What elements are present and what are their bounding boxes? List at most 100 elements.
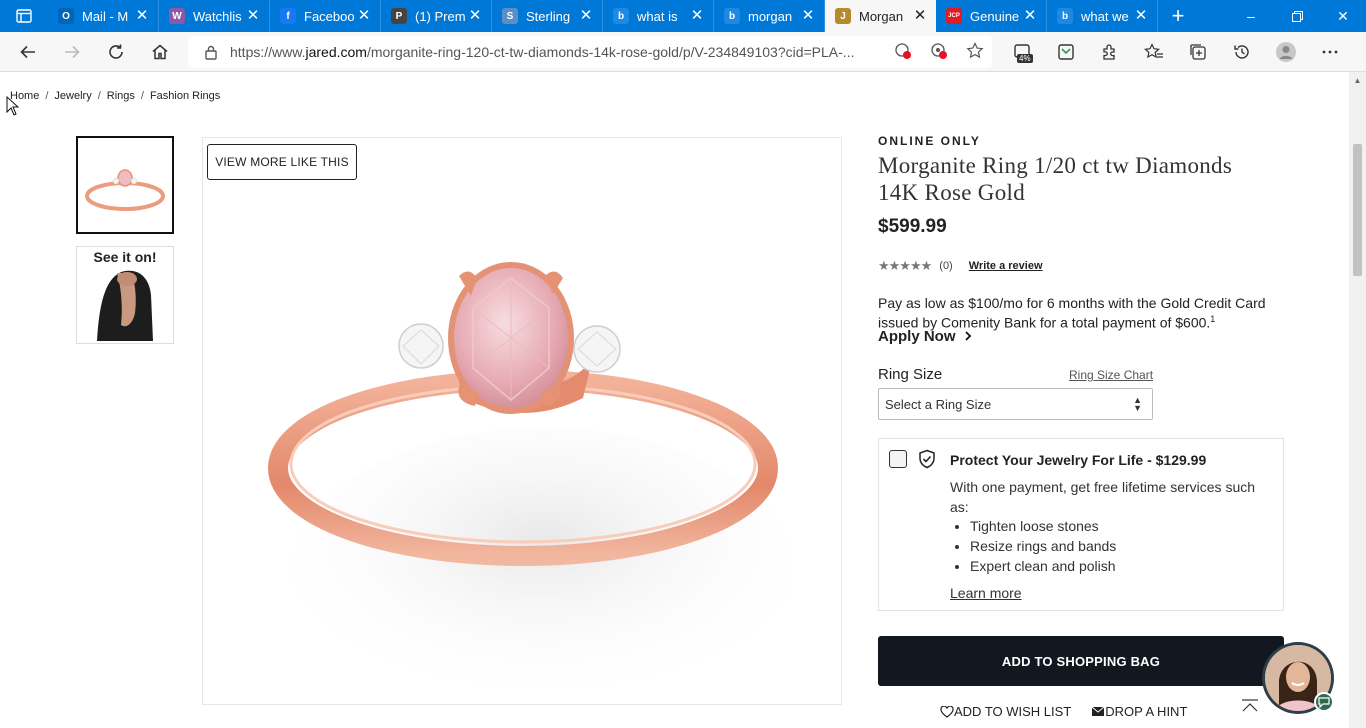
ring-size-select[interactable]: Select a Ring Size ▲ ▼ — [878, 388, 1153, 420]
refresh-button[interactable] — [94, 32, 138, 72]
tab-title: Morgan — [859, 8, 904, 24]
chevron-right-icon — [965, 331, 971, 341]
browser-tab[interactable]: f Faceboo ✕ — [270, 0, 381, 32]
web-page: Home / Jewelry / Rings / Fashion Rings S… — [0, 72, 1366, 728]
tab-favicon-icon: P — [391, 8, 407, 24]
tab-title: morgan — [748, 8, 793, 24]
tab-favicon-icon: f — [280, 8, 296, 24]
product-price: $599.99 — [878, 216, 947, 237]
close-tab-icon[interactable]: ✕ — [467, 8, 483, 24]
close-tab-icon[interactable]: ✕ — [245, 8, 261, 24]
minimize-button[interactable]: – — [1228, 0, 1274, 32]
url-text: https://www.jared.com/morganite-ring-120… — [230, 44, 855, 60]
browser-tab[interactable]: b morgan ✕ — [714, 0, 825, 32]
close-tab-icon[interactable]: ✕ — [689, 8, 705, 24]
address-bar[interactable]: https://www.jared.com/morganite-ring-120… — [188, 36, 992, 68]
model-hand-image — [97, 270, 153, 341]
browser-tab[interactable]: J Morgan ✕ — [825, 0, 936, 32]
protection-plan-checkbox[interactable] — [889, 450, 907, 468]
extensions-button[interactable] — [1088, 32, 1132, 72]
close-tab-icon[interactable]: ✕ — [1133, 8, 1149, 24]
product-main-image[interactable]: VIEW MORE LIKE THIS — [202, 137, 842, 705]
tab-title: Mail - M — [82, 8, 129, 24]
avatar — [1276, 42, 1296, 62]
write-review-link[interactable]: Write a review — [969, 260, 1043, 272]
extension-badge: 4% — [1017, 54, 1033, 63]
address-bar-icons — [894, 42, 984, 60]
close-window-button[interactable]: ✕ — [1320, 0, 1366, 32]
close-tab-icon[interactable]: ✕ — [800, 8, 816, 24]
shield-check-icon — [919, 449, 935, 469]
browser-tab[interactable]: P (1) Prem ✕ — [381, 0, 492, 32]
collections-button[interactable] — [1176, 32, 1220, 72]
extension-coupon-button[interactable]: 4% — [1000, 32, 1044, 72]
browser-toolbar: https://www.jared.com/morganite-ring-120… — [0, 32, 1366, 72]
breadcrumb-fashion-rings[interactable]: Fashion Rings — [150, 90, 220, 102]
ring-size-chart-link[interactable]: Ring Size Chart — [1069, 368, 1153, 382]
extension-shopping-button[interactable] — [1044, 32, 1088, 72]
gallery-thumbnail-ring[interactable] — [76, 136, 174, 234]
page-scrollbar[interactable]: ▲ — [1349, 72, 1366, 728]
close-tab-icon[interactable]: ✕ — [356, 8, 372, 24]
add-to-wish-list-button[interactable]: ADD TO WISH LIST — [940, 704, 1071, 719]
browser-tab[interactable]: b what we ✕ — [1047, 0, 1158, 32]
history-button[interactable] — [1220, 32, 1264, 72]
settings-menu-button[interactable] — [1308, 32, 1352, 72]
close-tab-icon[interactable]: ✕ — [578, 8, 594, 24]
breadcrumb-rings[interactable]: Rings — [107, 90, 135, 102]
scrollbar-thumb[interactable] — [1353, 144, 1362, 276]
gallery-thumbnail-see-it-on[interactable]: See it on! — [76, 246, 174, 344]
forward-button[interactable] — [50, 32, 94, 72]
product-title: Morganite Ring 1/20 ct tw Diamonds 14K R… — [878, 153, 1233, 205]
browser-tab[interactable]: O Mail - M ✕ — [48, 0, 159, 32]
breadcrumb-jewelry[interactable]: Jewelry — [54, 90, 91, 102]
browser-tab[interactable]: JCP Genuine ✕ — [936, 0, 1047, 32]
heart-icon — [940, 705, 954, 718]
tracking-prevention-icon[interactable] — [894, 42, 912, 60]
collections-icon — [1190, 44, 1206, 60]
see-it-on-label: See it on! — [93, 249, 157, 265]
close-tab-icon[interactable]: ✕ — [1022, 8, 1038, 24]
browser-tab[interactable]: S Sterling ✕ — [492, 0, 603, 32]
back-arrow-icon — [20, 45, 35, 58]
restore-button[interactable] — [1274, 0, 1320, 32]
close-tab-icon[interactable]: ✕ — [912, 8, 928, 24]
view-more-like-this-button[interactable]: VIEW MORE LIKE THIS — [207, 144, 357, 180]
profile-button[interactable] — [1264, 32, 1308, 72]
live-chat-button[interactable] — [1262, 642, 1334, 714]
ring-size-label: Ring Size — [878, 366, 943, 383]
secondary-actions: ADD TO WISH LIST DROP A HINT — [940, 704, 1187, 719]
home-icon — [152, 44, 168, 59]
puzzle-icon — [1103, 44, 1115, 60]
back-to-top-chevron-icon[interactable] — [1240, 698, 1260, 714]
drop-a-hint-button[interactable]: DROP A HINT — [1091, 704, 1187, 719]
browser-tab[interactable]: b what is ✕ — [603, 0, 714, 32]
product-rating: ★★★★★ (0) Write a review — [878, 258, 1043, 274]
tab-title: Watchlis — [193, 8, 242, 24]
new-tab-button[interactable]: + — [1158, 0, 1198, 32]
tab-favicon-icon: W — [169, 8, 185, 24]
add-favorite-icon[interactable] — [966, 42, 984, 60]
favorites-button[interactable] — [1132, 32, 1176, 72]
tab-favicon-icon: b — [613, 8, 629, 24]
tab-actions-button[interactable] — [0, 0, 48, 32]
apply-now-link[interactable]: Apply Now — [878, 328, 972, 345]
learn-more-link[interactable]: Learn more — [950, 585, 1022, 601]
protection-plan-title: Protect Your Jewelry For Life - $129.99 — [950, 452, 1207, 468]
add-to-bag-button[interactable]: ADD TO SHOPPING BAG — [878, 636, 1284, 686]
home-button[interactable] — [138, 32, 182, 72]
close-tab-icon[interactable]: ✕ — [134, 8, 150, 24]
select-arrows-icon: ▲ ▼ — [1133, 395, 1142, 413]
envelope-icon — [1091, 706, 1105, 716]
scroll-up-arrow-icon[interactable]: ▲ — [1353, 76, 1362, 85]
protection-benefits-list: Tighten loose stones Resize rings and ba… — [970, 516, 1116, 576]
list-item: Expert clean and polish — [970, 556, 1116, 576]
list-item: Resize rings and bands — [970, 536, 1116, 556]
browser-tab[interactable]: W Watchlis ✕ — [159, 0, 270, 32]
tab-favicon-icon: J — [835, 8, 851, 24]
back-button[interactable] — [6, 32, 50, 72]
chat-bubble-icon — [1314, 692, 1334, 712]
more-options-icon — [1322, 50, 1338, 54]
site-permissions-icon[interactable] — [930, 42, 948, 60]
tab-title: what we — [1081, 8, 1129, 24]
